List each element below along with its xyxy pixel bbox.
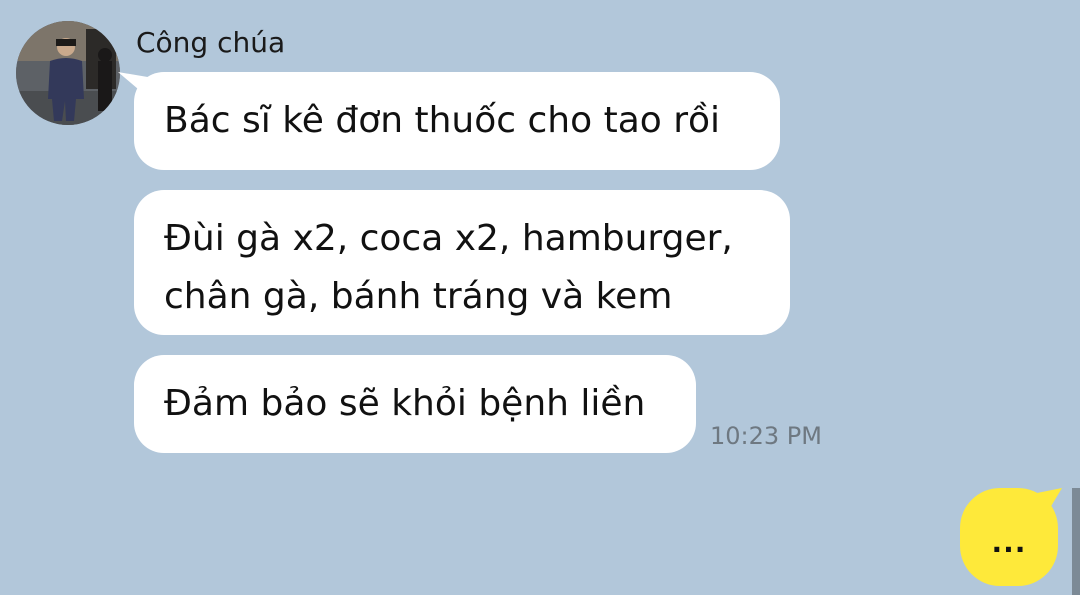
scrollbar[interactable] (1072, 488, 1080, 595)
message-bubble[interactable]: Bác sĩ kê đơn thuốc cho tao rồi (134, 72, 780, 170)
contact-avatar[interactable] (16, 21, 120, 125)
message-bubble[interactable]: Đùi gà x2, coca x2, hamburger, chân gà, … (134, 190, 790, 335)
message-text: Bác sĩ kê đơn thuốc cho tao rồi (164, 100, 721, 141)
contact-name: Công chúa (136, 26, 286, 59)
outgoing-message-bubble[interactable]: ... (960, 488, 1058, 586)
message-text: Đùi gà x2, coca x2, hamburger, chân gà, … (164, 218, 733, 317)
message-text: Đảm bảo sẽ khỏi bệnh liền (164, 383, 646, 424)
message-timestamp: 10:23 PM (710, 422, 822, 450)
person-avatar-icon (16, 21, 120, 125)
chat-view[interactable]: Công chúa Bác sĩ kê đơn thuốc cho tao rồ… (0, 0, 1080, 595)
outgoing-message-text: ... (991, 525, 1027, 559)
message-bubble[interactable]: Đảm bảo sẽ khỏi bệnh liền (134, 355, 696, 453)
